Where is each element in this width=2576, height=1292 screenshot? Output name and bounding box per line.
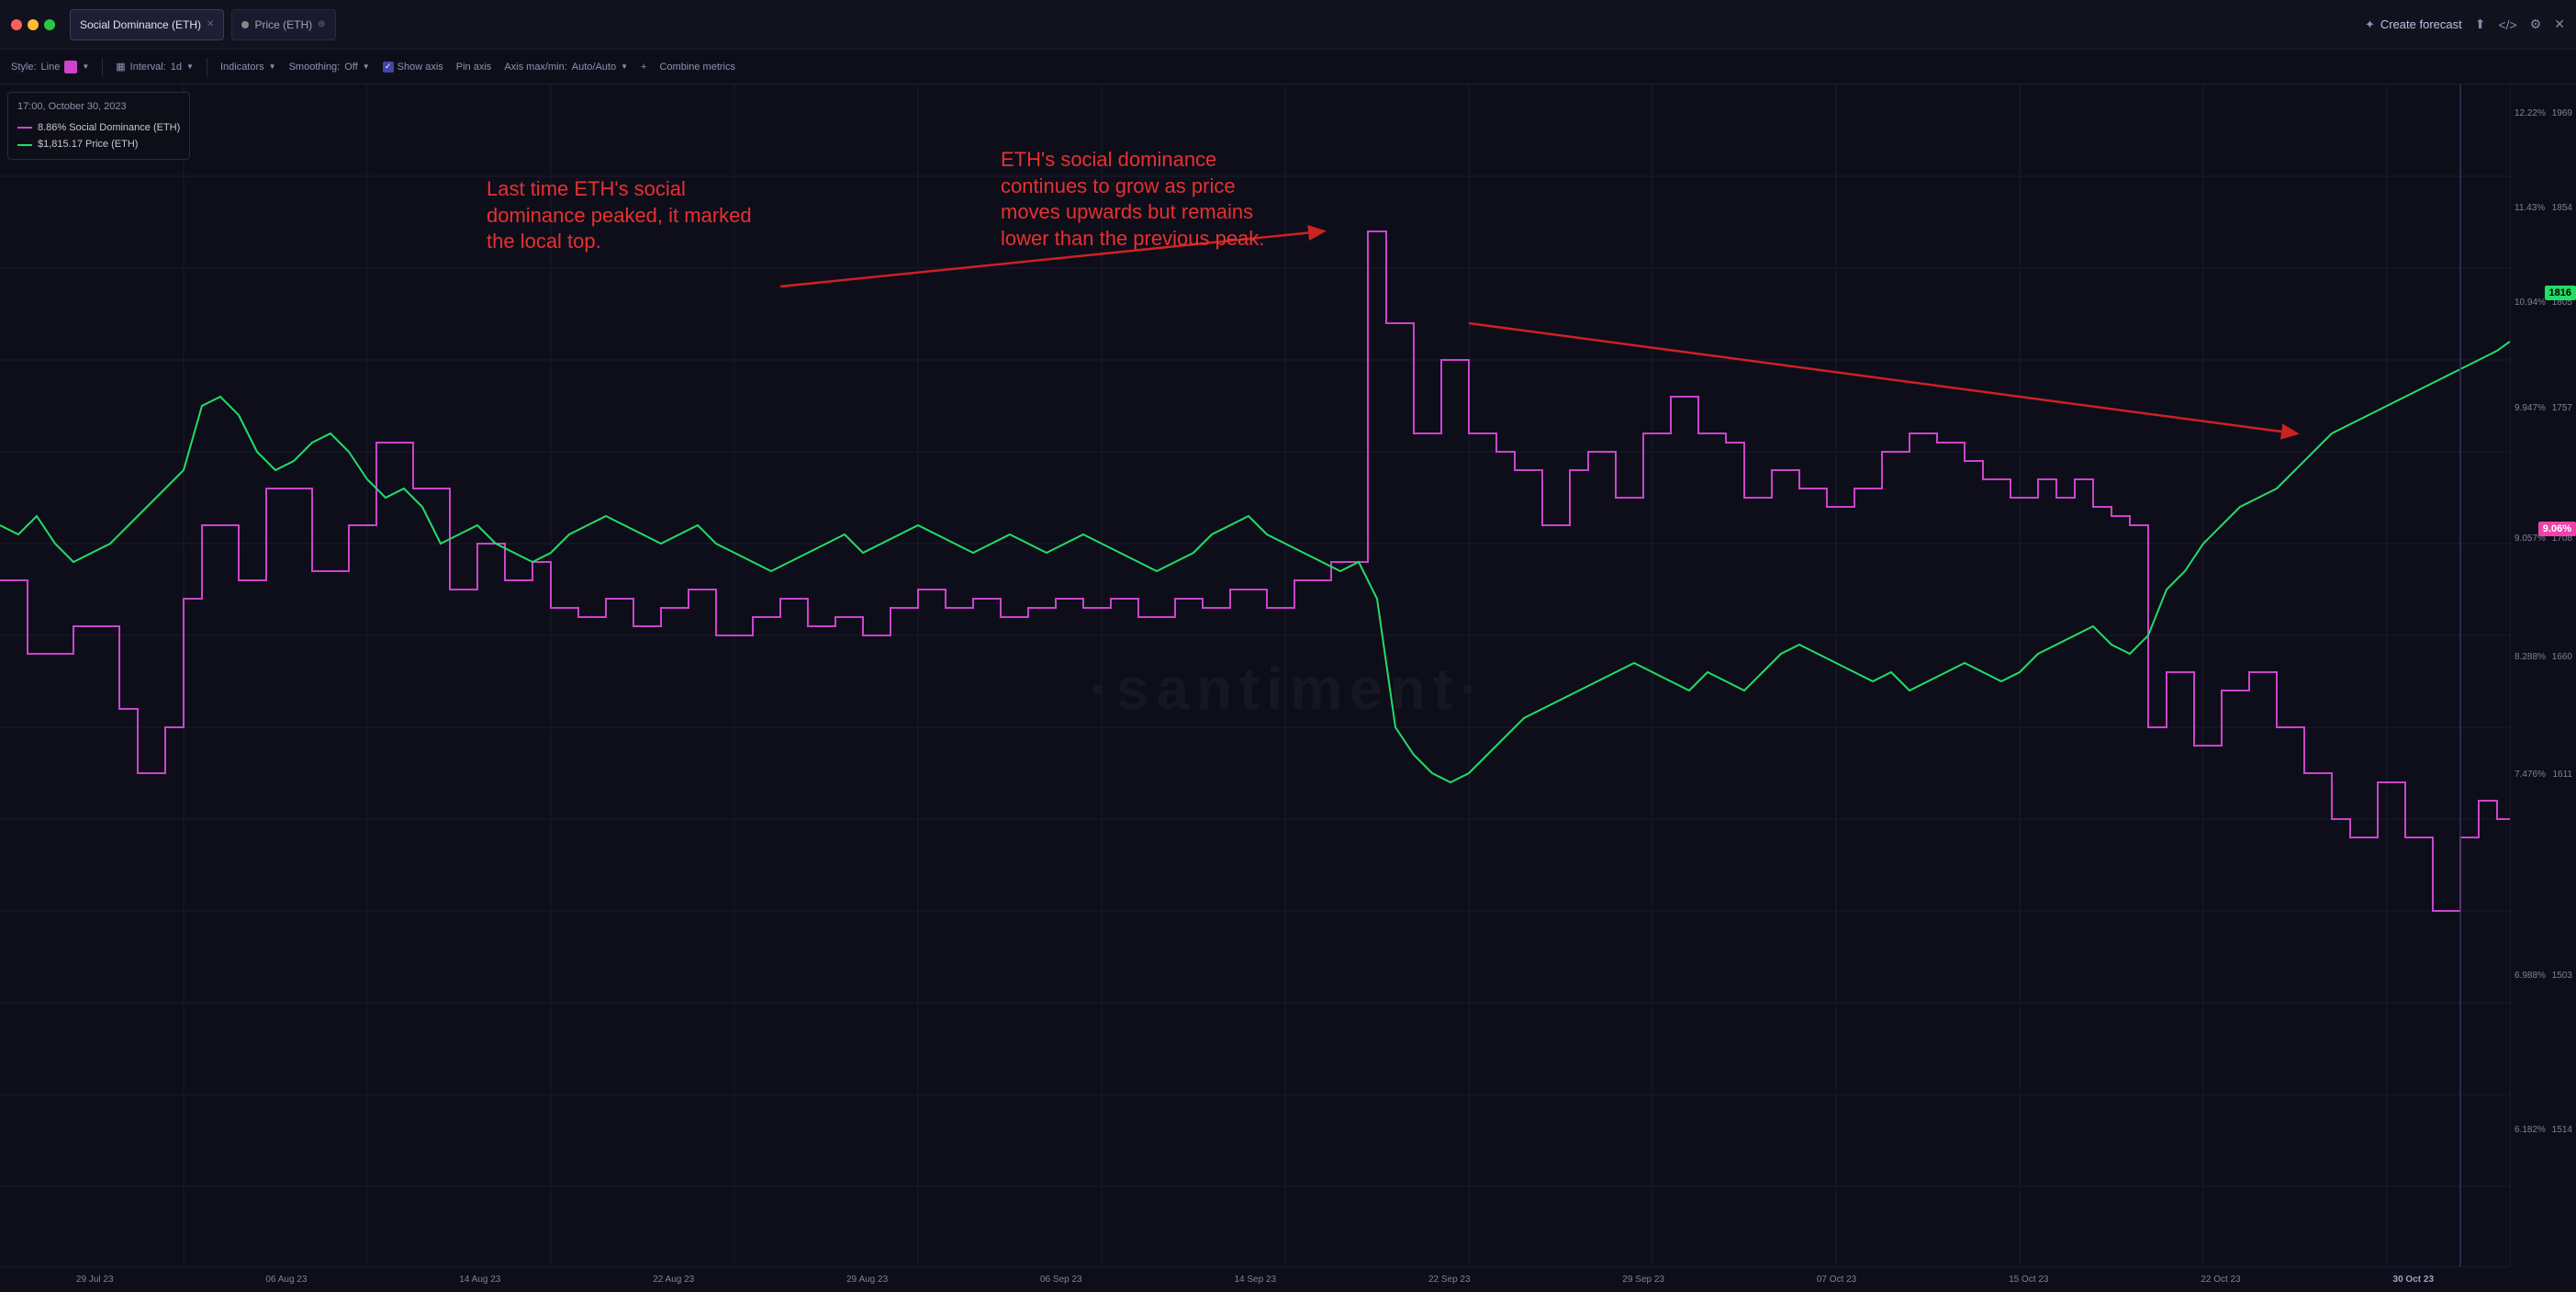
chart-area: ·santiment· xyxy=(0,84,2576,1292)
minimize-button[interactable] xyxy=(28,19,39,30)
toolbar: Style: Line ▼ ▦ Interval: 1d ▼ Indicator… xyxy=(0,50,2576,84)
tab1-close[interactable]: ✕ xyxy=(207,19,214,29)
chart-legend: 17:00, October 30, 2023 8.86% Social Dom… xyxy=(7,92,190,160)
interval-selector[interactable]: ▦ Interval: 1d ▼ xyxy=(116,61,194,73)
indicators-label: Indicators xyxy=(220,62,264,73)
style-selector[interactable]: Style: Line ▼ xyxy=(11,61,89,73)
topbar: Social Dominance (ETH) ✕ Price (ETH) ⊕ ✦… xyxy=(0,0,2576,50)
interval-chevron: ▼ xyxy=(186,62,194,71)
pin-axis-toggle[interactable]: Pin axis xyxy=(456,62,492,73)
y-pct-8288: 8.288% xyxy=(2514,652,2546,662)
axis-maxmin-label: Axis max/min: xyxy=(504,62,566,73)
window-controls xyxy=(11,19,55,30)
x-axis: 29 Jul 23 06 Aug 23 14 Aug 23 22 Aug 23 … xyxy=(0,1266,2510,1292)
interval-value: 1d xyxy=(171,62,182,73)
social-dominance-line xyxy=(0,231,2510,911)
interval-icon: ▦ xyxy=(116,61,125,73)
dominance-dash xyxy=(17,127,32,129)
y-pct-7476: 7.476% xyxy=(2514,770,2546,780)
y-tick-1854: 1854 xyxy=(2552,203,2572,213)
chart-svg xyxy=(0,84,2510,1266)
settings-icon[interactable]: ⚙ xyxy=(2530,17,2542,32)
y-pct-9947: 9.947% xyxy=(2514,403,2546,413)
smoothing-value: Off xyxy=(344,62,357,73)
indicators-selector[interactable]: Indicators ▼ xyxy=(220,62,276,73)
indicators-chevron: ▼ xyxy=(269,62,276,71)
axis-maxmin-value: Auto/Auto xyxy=(572,62,616,73)
x-tick-oct07: 07 Oct 23 xyxy=(1817,1275,1856,1285)
legend-row-price: $1,815.17 Price (ETH) xyxy=(17,136,180,153)
x-tick-oct15: 15 Oct 23 xyxy=(2009,1275,2048,1285)
show-axis-toggle[interactable]: Show axis xyxy=(383,62,443,73)
tab-price[interactable]: Price (ETH) ⊕ xyxy=(231,9,335,40)
legend-row-dominance: 8.86% Social Dominance (ETH) xyxy=(17,119,180,137)
combine-metrics-label: Combine metrics xyxy=(659,62,735,73)
y-axis-right: 1969 1854 1805 1757 1708 1660 1611 1503 … xyxy=(2510,84,2576,1266)
upload-icon[interactable]: ⬆ xyxy=(2475,17,2486,32)
price-badge-pink: 9.06% xyxy=(2538,522,2576,536)
y-pct-6182: 6.182% xyxy=(2514,1125,2546,1135)
create-forecast-button[interactable]: ✦ Create forecast xyxy=(2365,17,2462,32)
y-tick-1660: 1660 xyxy=(2552,652,2572,662)
close-button[interactable] xyxy=(11,19,22,30)
legend-dominance: 8.86% Social Dominance (ETH) xyxy=(38,119,180,137)
price-line xyxy=(0,342,2510,782)
tab2-dot xyxy=(241,21,249,28)
smoothing-chevron: ▼ xyxy=(363,62,370,71)
y-pct-1094: 10.94% xyxy=(2514,298,2546,308)
x-tick-sep22: 22 Sep 23 xyxy=(1428,1275,1471,1285)
x-tick-jul29: 29 Jul 23 xyxy=(76,1275,114,1285)
tab2-close[interactable]: ⊕ xyxy=(318,19,325,29)
y-tick-1611: 1611 xyxy=(2552,770,2572,780)
y-pct-1143: 11.43% xyxy=(2514,203,2545,213)
smoothing-label: Smoothing: xyxy=(289,62,341,73)
axis-maxmin-chevron: ▼ xyxy=(621,62,628,71)
axis-maxmin-selector[interactable]: Axis max/min: Auto/Auto ▼ xyxy=(504,62,628,73)
tab1-label: Social Dominance (ETH) xyxy=(80,18,201,31)
create-forecast-label: Create forecast xyxy=(2380,17,2462,31)
x-tick-aug06: 06 Aug 23 xyxy=(265,1275,307,1285)
y-pct-1222: 12.22% xyxy=(2514,108,2546,118)
close-icon[interactable]: ✕ xyxy=(2554,17,2565,32)
show-axis-label: Show axis xyxy=(398,62,443,73)
legend-price: $1,815.17 Price (ETH) xyxy=(38,136,138,153)
tab-social-dominance[interactable]: Social Dominance (ETH) ✕ xyxy=(70,9,224,40)
x-tick-aug14: 14 Aug 23 xyxy=(459,1275,500,1285)
maximize-button[interactable] xyxy=(44,19,55,30)
price-badge-green: 1816 xyxy=(2545,286,2576,300)
y-tick-1757: 1757 xyxy=(2552,403,2572,413)
style-chevron: ▼ xyxy=(82,62,89,71)
x-tick-sep14: 14 Sep 23 xyxy=(1234,1275,1276,1285)
star-icon: ✦ xyxy=(2365,17,2375,32)
topbar-right: ✦ Create forecast ⬆ </> ⚙ ✕ xyxy=(2365,17,2565,32)
add-icon: + xyxy=(641,62,646,73)
interval-label: Interval: xyxy=(130,62,166,73)
y-tick-1514: 1514 xyxy=(2552,1125,2572,1135)
legend-date: 17:00, October 30, 2023 xyxy=(17,98,180,116)
combine-metrics-selector[interactable]: Combine metrics xyxy=(659,62,735,73)
pin-axis-label: Pin axis xyxy=(456,62,492,73)
x-tick-sep06: 06 Sep 23 xyxy=(1040,1275,1082,1285)
divider1 xyxy=(102,58,103,76)
style-label: Style: xyxy=(11,62,37,73)
x-tick-sep29: 29 Sep 23 xyxy=(1622,1275,1664,1285)
x-tick-oct30: 30 Oct 23 xyxy=(2393,1275,2434,1285)
price-dash xyxy=(17,144,32,146)
y-tick-1969: 1969 xyxy=(2552,108,2572,118)
smoothing-selector[interactable]: Smoothing: Off ▼ xyxy=(289,62,370,73)
code-icon[interactable]: </> xyxy=(2498,17,2516,32)
x-tick-aug22: 22 Aug 23 xyxy=(653,1275,694,1285)
y-pct-6988: 6.988% xyxy=(2514,971,2546,981)
tab2-label: Price (ETH) xyxy=(254,18,312,31)
add-metric-button[interactable]: + xyxy=(641,62,646,73)
x-tick-aug29: 29 Aug 23 xyxy=(846,1275,888,1285)
x-tick-oct22: 22 Oct 23 xyxy=(2201,1275,2240,1285)
show-axis-checkbox[interactable] xyxy=(383,62,394,73)
style-value: Line xyxy=(41,62,61,73)
y-tick-1503: 1503 xyxy=(2552,971,2572,981)
color-swatch xyxy=(64,61,77,73)
